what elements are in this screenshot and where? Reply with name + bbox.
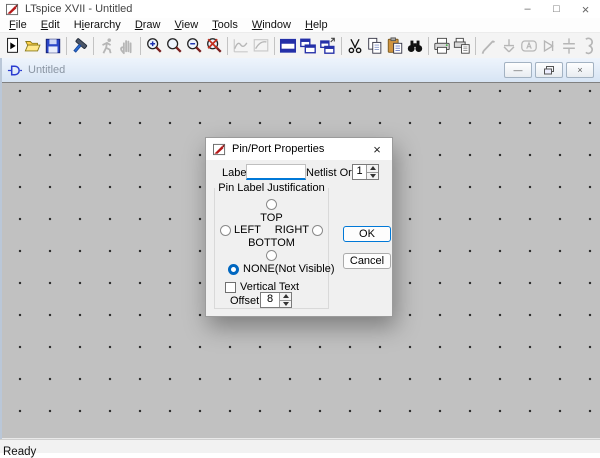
minimize-button[interactable]: – (513, 0, 542, 18)
offset-label: Offset: (230, 295, 262, 307)
zoom-in-icon[interactable] (144, 35, 164, 57)
inductor-icon (579, 35, 599, 57)
cancel-button[interactable]: Cancel (343, 253, 391, 269)
window-maximize-icon[interactable] (278, 35, 298, 57)
pin-port-properties-dialog: Pin/Port Properties × Label: Netlist Ord… (205, 137, 393, 317)
status-text: Ready (3, 446, 600, 458)
doc-minimize-button[interactable]: — (504, 62, 532, 78)
menu-help[interactable]: Help (298, 18, 335, 32)
netlist-order-value: 1 (353, 165, 366, 179)
close-button[interactable]: × (571, 0, 600, 18)
toolbar-separator (428, 37, 429, 55)
cut-icon[interactable] (345, 35, 365, 57)
window-cascade-icon[interactable] (298, 35, 318, 57)
print-icon[interactable] (432, 35, 452, 57)
toolbar-separator (140, 37, 141, 55)
autorange-icon (231, 35, 251, 57)
ok-button[interactable]: OK (343, 226, 391, 242)
group-title: Pin Label Justification (215, 182, 327, 194)
net-label-icon (519, 35, 539, 57)
toolbar-separator (341, 37, 342, 55)
netlist-order-spinner[interactable]: 1 (352, 164, 379, 180)
status-bar: Ready (0, 439, 600, 453)
toolbar-separator (93, 37, 94, 55)
radio-bottom-label: BOTTOM (215, 237, 328, 249)
copy-icon[interactable] (365, 35, 385, 57)
new-schematic-icon[interactable] (3, 35, 23, 57)
toolbar-separator (66, 37, 67, 55)
zoom-out-icon[interactable] (184, 35, 204, 57)
document-titlebar: Untitled — × (2, 58, 600, 83)
control-panel-icon[interactable] (70, 35, 90, 57)
paste-icon[interactable] (385, 35, 405, 57)
pin-label-justification-group: Pin Label Justification TOP LEFT RIGHT B… (214, 188, 329, 309)
radio-top[interactable] (266, 199, 277, 210)
radio-top-label: TOP (215, 212, 328, 224)
toolbar-separator (475, 37, 476, 55)
toolbar-separator (274, 37, 275, 55)
radio-none-label: NONE(Not Visible) (243, 263, 335, 275)
toolbar (0, 33, 600, 59)
radio-none[interactable] (228, 264, 239, 275)
menu-bar: File Edit Hierarchy Draw View Tools Wind… (0, 18, 600, 33)
window-title: LTspice XVII - Untitled (25, 3, 513, 15)
vertical-text-checkbox[interactable] (225, 282, 236, 293)
spin-down-icon[interactable] (367, 173, 378, 180)
spin-down-icon[interactable] (280, 301, 291, 308)
save-icon[interactable] (43, 35, 63, 57)
doc-restore-button[interactable] (535, 62, 563, 78)
menu-tools[interactable]: Tools (205, 18, 245, 32)
dialog-title: Pin/Port Properties (232, 143, 362, 155)
doc-close-button[interactable]: × (566, 62, 594, 78)
capacitor-icon (559, 35, 579, 57)
find-icon[interactable] (405, 35, 425, 57)
halt-icon (117, 35, 137, 57)
open-icon[interactable] (23, 35, 43, 57)
zoom-area-icon[interactable] (164, 35, 184, 57)
dialog-close-icon[interactable]: × (362, 138, 392, 160)
menu-hierarchy[interactable]: Hierarchy (67, 18, 128, 32)
wire-icon (479, 35, 499, 57)
print-preview-icon[interactable] (452, 35, 472, 57)
radio-right-label: RIGHT (275, 224, 309, 236)
diode-icon (539, 35, 559, 57)
dialog-titlebar: Pin/Port Properties × (206, 138, 392, 160)
menu-window[interactable]: Window (245, 18, 298, 32)
radio-bottom[interactable] (266, 250, 277, 261)
maximize-button[interactable]: □ (542, 0, 571, 18)
menu-file[interactable]: File (2, 18, 34, 32)
ground-icon (499, 35, 519, 57)
radio-left[interactable] (220, 225, 231, 236)
zoom-extents-icon[interactable] (204, 35, 224, 57)
label-input[interactable] (246, 164, 306, 180)
run-icon (97, 35, 117, 57)
offset-value: 8 (261, 293, 279, 307)
ltspice-logo-icon (6, 3, 19, 16)
spin-up-icon[interactable] (280, 293, 291, 301)
radio-left-label: LEFT (234, 224, 261, 236)
radio-right[interactable] (312, 225, 323, 236)
plot-settings-icon (251, 35, 271, 57)
ltspice-logo-icon (213, 143, 226, 156)
spin-up-icon[interactable] (367, 165, 378, 173)
offset-spinner[interactable]: 8 (260, 292, 292, 308)
window-restore-icon[interactable] (318, 35, 338, 57)
document-title: Untitled (28, 64, 504, 76)
menu-draw[interactable]: Draw (128, 18, 168, 32)
menu-view[interactable]: View (168, 18, 206, 32)
toolbar-separator (227, 37, 228, 55)
schematic-doc-icon (7, 63, 22, 78)
window-titlebar: LTspice XVII - Untitled – □ × (0, 0, 600, 18)
menu-edit[interactable]: Edit (34, 18, 67, 32)
dialog-body: Label: Netlist Order: 1 Pin Label Justif… (206, 160, 392, 316)
